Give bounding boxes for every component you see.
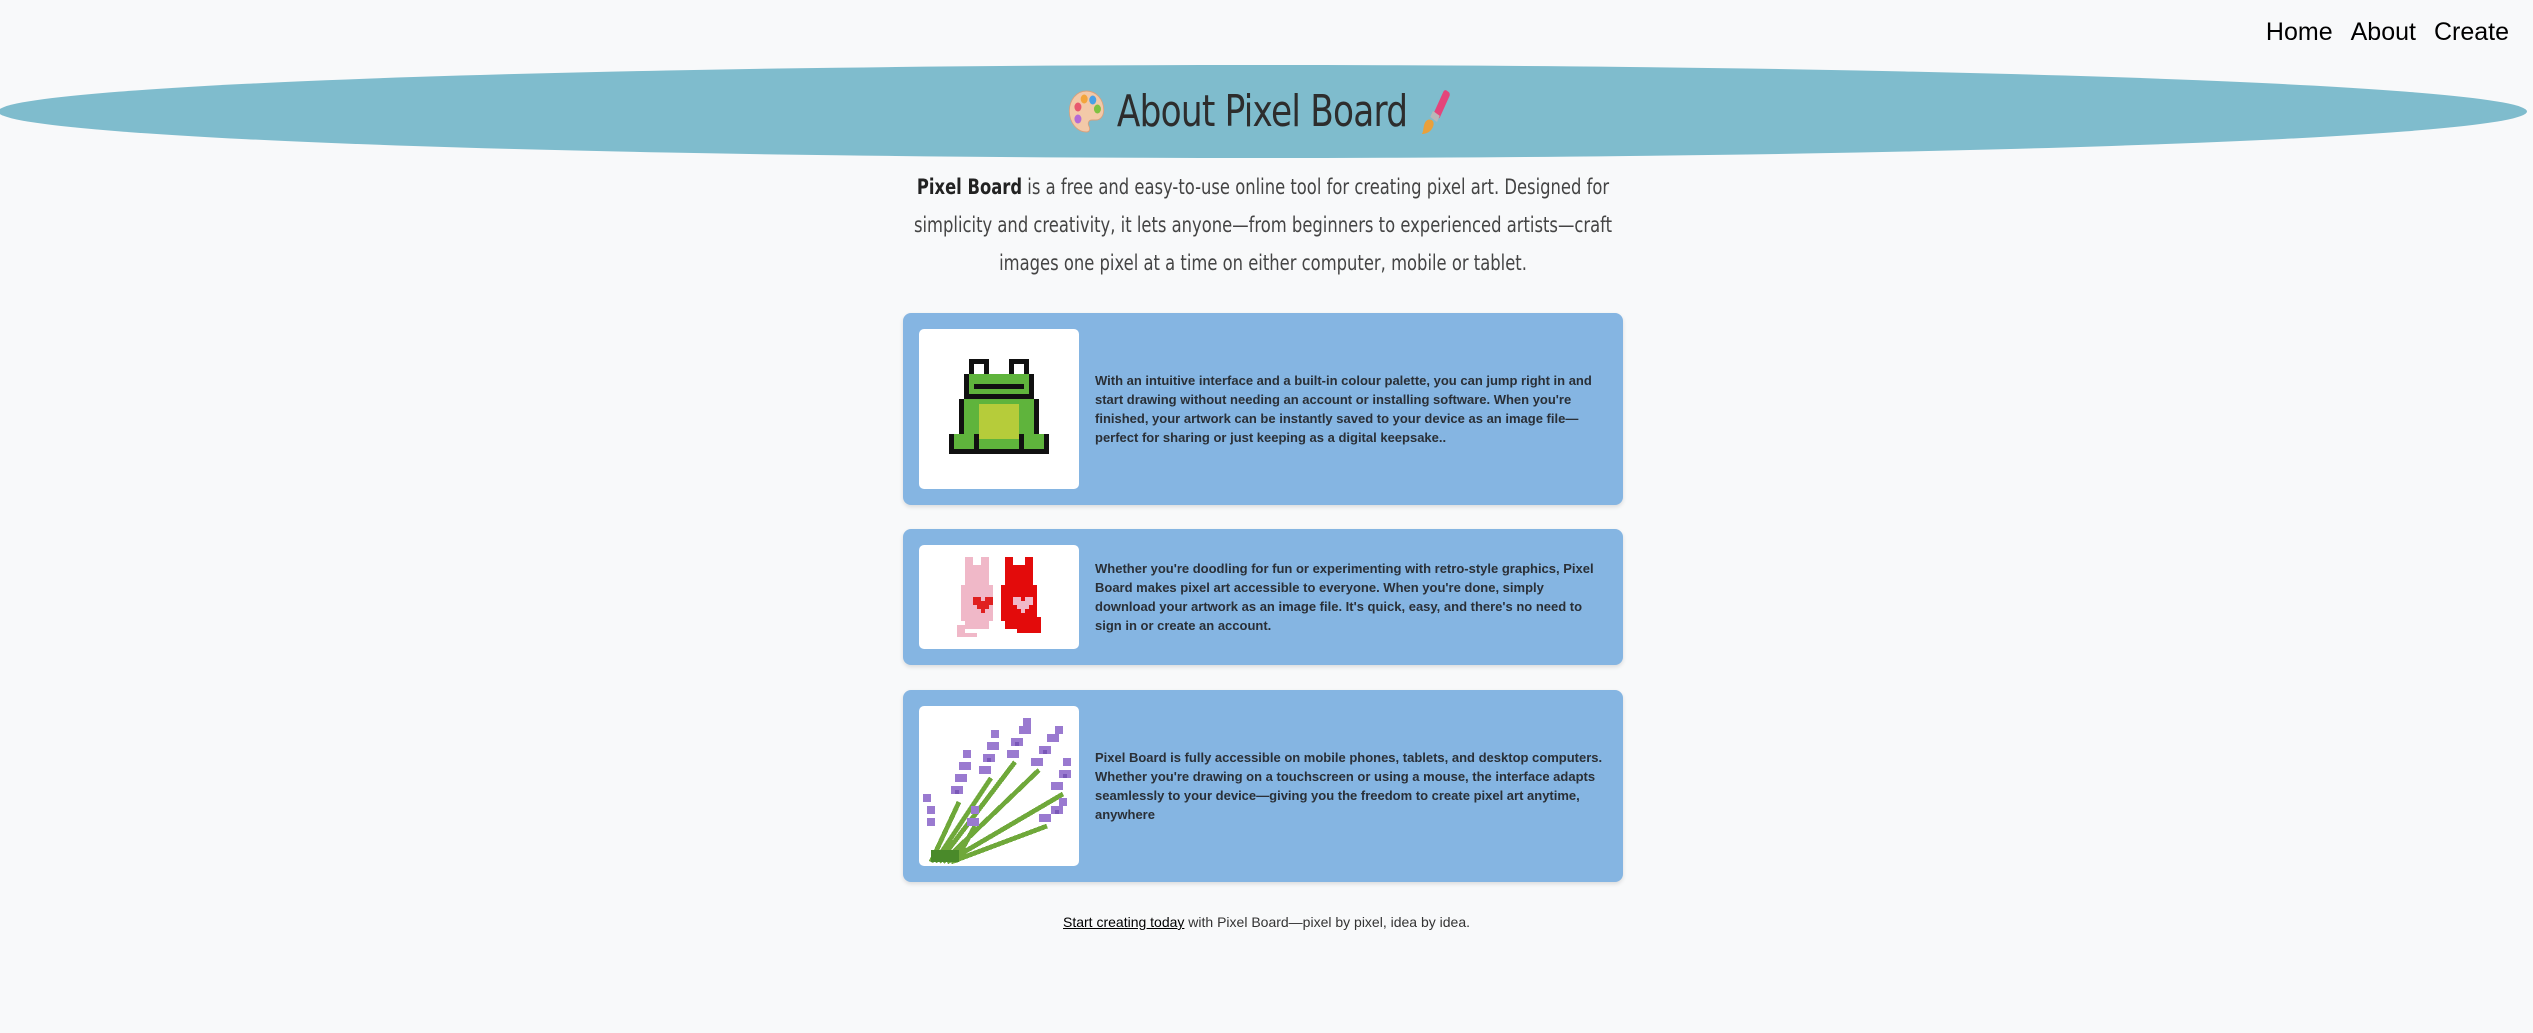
page-header: About Pixel Board (0, 65, 2527, 158)
lavender-pixel-art (919, 706, 1079, 866)
nav-create-link[interactable]: Create (2434, 18, 2509, 47)
footer-cta: Start creating today with Pixel Board—pi… (0, 914, 2533, 930)
intro-paragraph: Pixel Board is a free and easy-to-use on… (900, 168, 1625, 282)
top-nav: Home About Create (2266, 18, 2509, 47)
paintbrush-icon (1419, 87, 1458, 137)
nav-home-link[interactable]: Home (2266, 18, 2333, 47)
feature-card: Pixel Board is fully accessible on mobil… (903, 690, 1623, 882)
nav-about-link[interactable]: About (2351, 18, 2416, 47)
page-title-container: About Pixel Board (1067, 86, 1457, 137)
page-title: About Pixel Board (1117, 86, 1408, 137)
palette-icon (1067, 87, 1106, 137)
start-creating-link[interactable]: Start creating today (1063, 914, 1184, 930)
feature-card-text: With an intuitive interface and a built-… (1095, 373, 1592, 445)
footer-text: with Pixel Board—pixel by pixel, idea by… (1184, 914, 1470, 930)
frog-pixel-art (919, 329, 1079, 489)
feature-card-text: Whether you're doodling for fun or exper… (1095, 561, 1594, 633)
feature-card: With an intuitive interface and a built-… (903, 313, 1623, 505)
feature-card-text: Pixel Board is fully accessible on mobil… (1095, 750, 1603, 822)
feature-card: Whether you're doodling for fun or exper… (903, 529, 1623, 665)
cats-pixel-art (919, 545, 1079, 649)
intro-brand: Pixel Board (916, 175, 1023, 199)
